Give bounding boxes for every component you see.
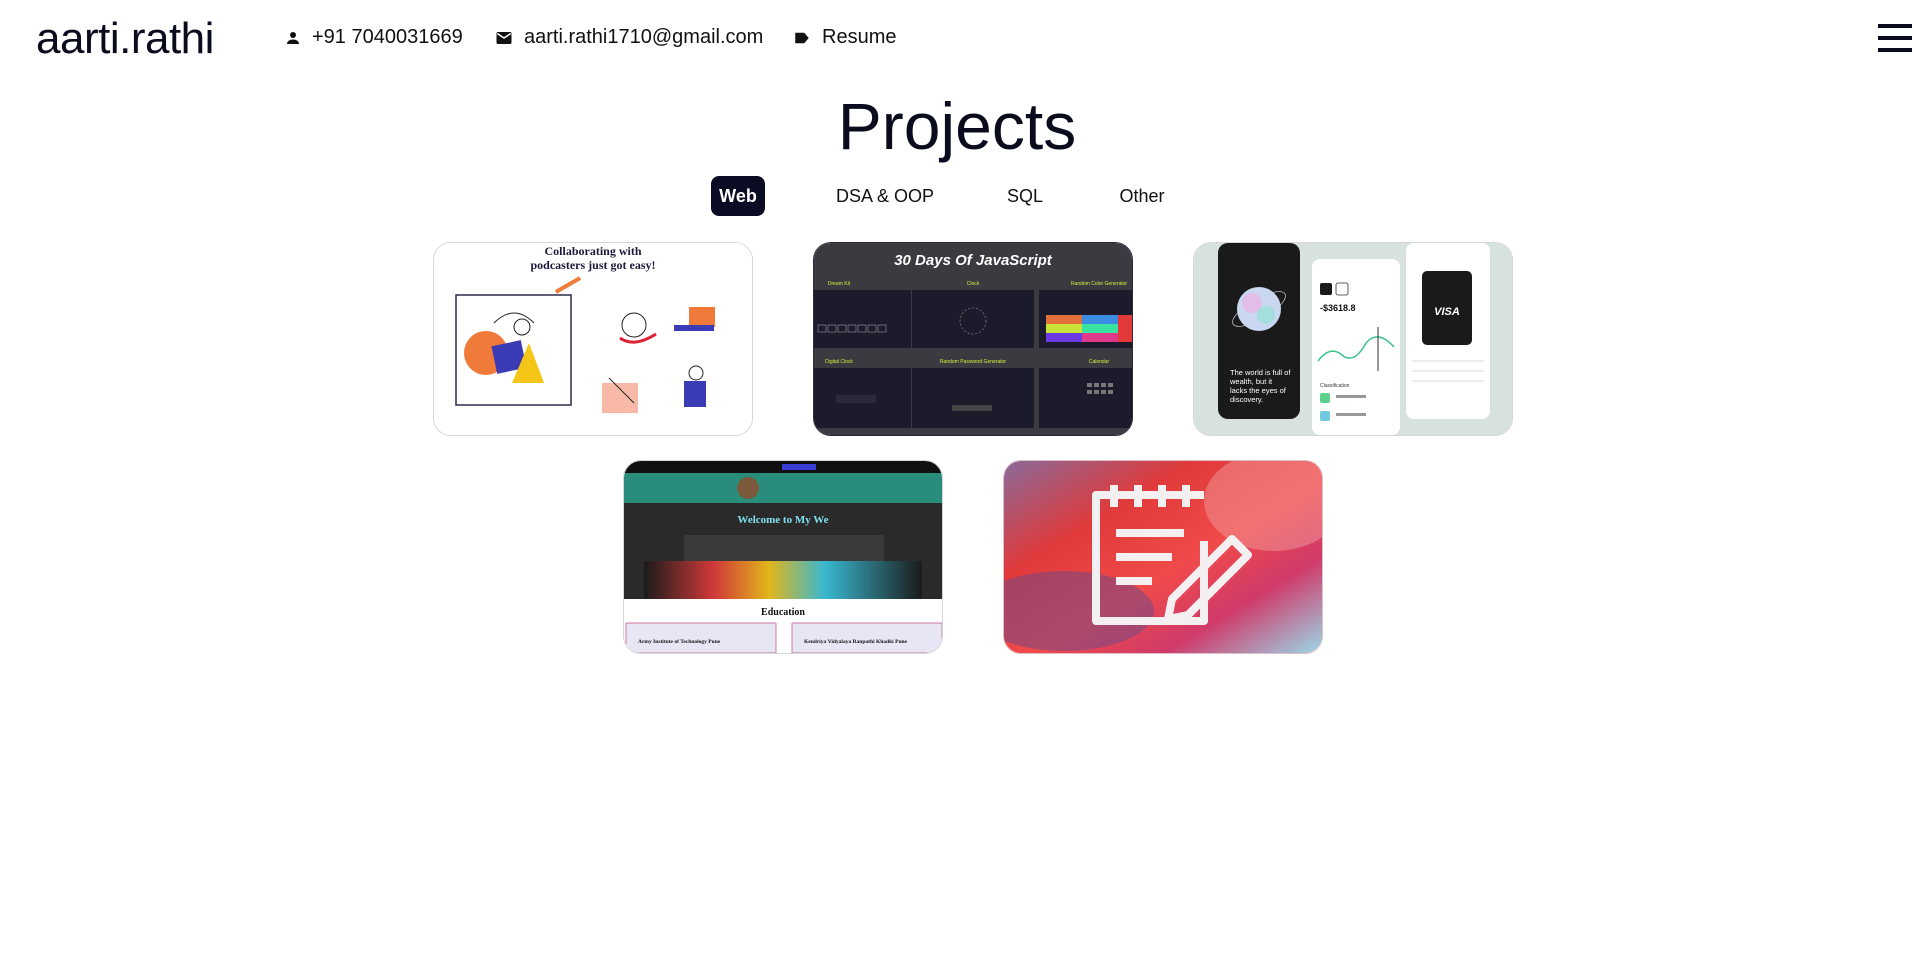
svg-text:Classification: Classification bbox=[1320, 383, 1350, 389]
project-card[interactable]: The world is full of wealth, but it lack… bbox=[1193, 242, 1513, 436]
svg-text:lacks the eyes of: lacks the eyes of bbox=[1230, 386, 1287, 395]
person-icon bbox=[287, 31, 299, 44]
tab-sql[interactable]: SQL bbox=[1000, 176, 1050, 216]
resume-text: Resume bbox=[822, 26, 897, 48]
project-thumbnail-portfolio: Welcome to My We Education Army Institut… bbox=[624, 461, 942, 653]
svg-text:VISA: VISA bbox=[1434, 306, 1460, 318]
mail-icon bbox=[496, 31, 512, 44]
svg-text:30 Days Of JavaScript: 30 Days Of JavaScript bbox=[894, 252, 1053, 269]
label-icon bbox=[795, 32, 809, 43]
svg-text:podcasters just got easy!: podcasters just got easy! bbox=[531, 258, 656, 272]
svg-text:Education: Education bbox=[761, 607, 805, 618]
svg-text:The world is full of: The world is full of bbox=[1230, 368, 1291, 377]
page-title: Projects bbox=[837, 89, 1077, 163]
site-header: aarti.rathi +91 7040031669 aarti.rathi17… bbox=[0, 0, 1914, 80]
svg-text:Dream Kit: Dream Kit bbox=[828, 281, 851, 287]
project-thumbnail-podcast: Collaborating with podcasters just got e… bbox=[434, 243, 752, 435]
hamburger-menu-icon[interactable] bbox=[1878, 22, 1914, 56]
brand-logo[interactable]: aarti.rathi bbox=[36, 14, 214, 64]
svg-text:Welcome to My We: Welcome to My We bbox=[737, 514, 828, 526]
svg-text:Random Password Generator: Random Password Generator bbox=[940, 359, 1006, 365]
project-card[interactable] bbox=[1003, 460, 1323, 654]
svg-text:Kendriya Vidyalaya Ranpathi Kh: Kendriya Vidyalaya Ranpathi Khadki Pune bbox=[804, 639, 908, 645]
svg-text:Army Institute of Technology P: Army Institute of Technology Pune bbox=[638, 639, 721, 645]
resume-link[interactable]: Resume bbox=[792, 26, 896, 49]
email-contact[interactable]: aarti.rathi1710@gmail.com bbox=[494, 26, 763, 49]
project-card[interactable]: 30 Days Of JavaScript Dream Kit Clock Ra… bbox=[813, 242, 1133, 436]
phone-text: +91 7040031669 bbox=[312, 26, 463, 48]
svg-text:Digital Clock: Digital Clock bbox=[825, 359, 853, 365]
svg-text:wealth, but it: wealth, but it bbox=[1229, 377, 1273, 386]
tab-dsa-oop[interactable]: DSA & OOP bbox=[830, 176, 940, 216]
tab-other[interactable]: Other bbox=[1112, 176, 1172, 216]
project-thumbnail-finance-app: The world is full of wealth, but it lack… bbox=[1194, 243, 1512, 435]
project-thumbnail-javascript: 30 Days Of JavaScript Dream Kit Clock Ra… bbox=[814, 243, 1132, 435]
project-thumbnail-notepad bbox=[1004, 461, 1322, 653]
tab-web[interactable]: Web bbox=[711, 176, 765, 216]
project-tabs: Web DSA & OOP SQL Other bbox=[0, 176, 1914, 220]
svg-text:Clock: Clock bbox=[967, 281, 980, 287]
project-card[interactable]: Welcome to My We Education Army Institut… bbox=[623, 460, 943, 654]
svg-text:Collaborating with: Collaborating with bbox=[544, 244, 641, 258]
svg-text:Calendar: Calendar bbox=[1089, 359, 1110, 365]
email-text: aarti.rathi1710@gmail.com bbox=[524, 26, 764, 48]
svg-text:-$3618.8: -$3618.8 bbox=[1320, 303, 1356, 313]
project-card[interactable]: Collaborating with podcasters just got e… bbox=[433, 242, 753, 436]
phone-contact[interactable]: +91 7040031669 bbox=[284, 26, 463, 49]
svg-text:Random Color Generator: Random Color Generator bbox=[1071, 281, 1127, 287]
svg-text:discovery.: discovery. bbox=[1230, 395, 1263, 404]
